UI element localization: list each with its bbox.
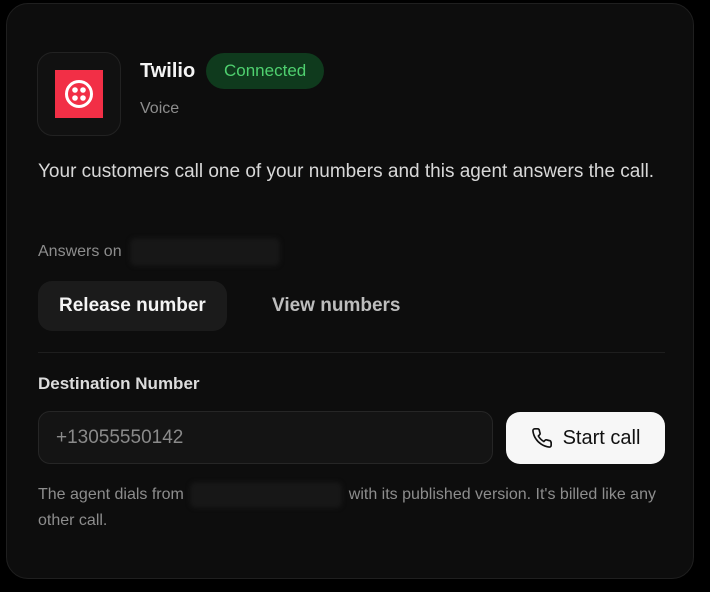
- billing-note-prefix: The agent dials from: [38, 486, 184, 503]
- phone-icon: [531, 427, 553, 449]
- start-call-button[interactable]: Start call: [506, 412, 665, 464]
- billing-note: The agent dials from with its published …: [38, 482, 668, 534]
- twilio-logo-icon: [55, 70, 103, 118]
- destination-number-input[interactable]: [38, 411, 493, 464]
- start-call-label: Start call: [562, 426, 641, 449]
- twilio-logo-tile: [37, 52, 121, 136]
- answers-on-label: Answers on: [38, 243, 122, 260]
- redacted-phone-number: [129, 238, 280, 266]
- twilio-integration-card: Twilio Connected Voice Your customers ca…: [6, 3, 694, 579]
- release-number-button[interactable]: Release number: [38, 281, 227, 331]
- integration-title: Twilio: [140, 60, 196, 82]
- integration-description: Your customers call one of your numbers …: [38, 161, 655, 182]
- integration-type: Voice: [140, 100, 180, 117]
- answers-on-row: Answers on: [38, 238, 280, 266]
- status-badge: Connected: [206, 53, 325, 89]
- view-numbers-button[interactable]: View numbers: [272, 281, 400, 331]
- section-divider: [38, 352, 665, 353]
- redacted-caller-number: [190, 482, 343, 508]
- destination-number-label: Destination Number: [38, 374, 200, 393]
